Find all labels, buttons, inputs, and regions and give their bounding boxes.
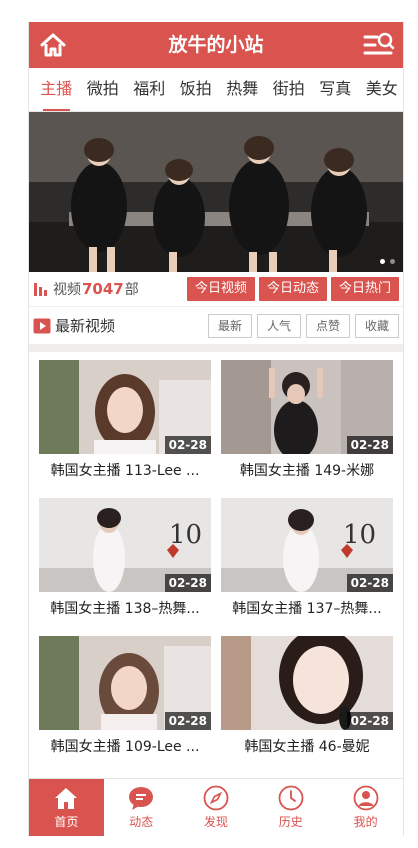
nav-profile[interactable]: 我的 — [328, 779, 403, 836]
video-title: 韩国女主播 149-米娜 — [239, 463, 375, 479]
home-icon — [55, 788, 78, 809]
play-icon — [33, 318, 51, 333]
video-grid: 02-28 韩国女主播 113-Lee ... 02-28 韩国女主播 149-… — [29, 352, 403, 774]
tab-micro[interactable]: 微拍 — [80, 68, 127, 111]
menu-search-icon[interactable] — [363, 31, 395, 59]
video-date: 02-28 — [346, 712, 393, 730]
clock-icon — [278, 785, 304, 811]
video-title: 韩国女主播 46-曼妮 — [244, 739, 370, 755]
video-thumbnail: 02-28 — [221, 636, 393, 730]
carousel-dot[interactable] — [380, 259, 385, 264]
today-buttons: 今日视频 今日动态 今日热门 — [186, 277, 399, 301]
video-card[interactable]: 02-28 韩国女主播 109-Lee ... — [39, 636, 211, 774]
video-card[interactable]: 02-28 韩国女主播 113-Lee ... — [39, 360, 211, 498]
chat-bubble-icon — [129, 787, 154, 810]
nav-home[interactable]: 首页 — [29, 779, 104, 836]
video-card[interactable]: 02-28 韩国女主播 46-曼妮 — [221, 636, 393, 774]
video-date: 02-28 — [164, 712, 211, 730]
video-title: 韩国女主播 138–热舞... — [50, 601, 200, 617]
video-thumbnail: 02-28 — [39, 360, 211, 454]
tab-beauty[interactable]: 美女 — [359, 68, 404, 111]
sort-popular-button[interactable]: 人气 — [256, 313, 301, 338]
video-date: 02-28 — [346, 436, 393, 454]
video-count-label: 视频 — [53, 282, 81, 298]
latest-videos-header: 最新视频 最新 人气 点赞 收藏 — [29, 306, 403, 344]
category-tabs: 主播 微拍 福利 饭拍 热舞 街拍 写真 美女 — [29, 68, 403, 112]
video-card[interactable]: 10 02-28 韩国女主播 138–热舞... — [39, 498, 211, 636]
video-card[interactable]: 02-28 韩国女主播 149-米娜 — [221, 360, 393, 498]
today-hot-button[interactable]: 今日热门 — [330, 277, 399, 301]
nav-label: 首页 — [54, 815, 79, 829]
nav-discover[interactable]: 发现 — [179, 779, 254, 836]
bottom-nav: 首页 动态 发现 历史 我的 — [29, 778, 403, 836]
sort-latest-button[interactable]: 最新 — [207, 313, 252, 338]
video-thumbnail: 02-28 — [39, 636, 211, 730]
video-date: 02-28 — [164, 574, 211, 592]
nav-label: 我的 — [353, 815, 378, 829]
tab-welfare[interactable]: 福利 — [126, 68, 173, 111]
sort-likes-button[interactable]: 点赞 — [305, 313, 350, 338]
divider — [29, 344, 403, 352]
video-thumbnail: 10 02-28 — [39, 498, 211, 592]
video-title: 韩国女主播 113-Lee ... — [50, 463, 200, 479]
stats-bar: 视频 7047 部 今日视频 今日动态 今日热门 — [29, 272, 403, 306]
sort-buttons: 最新 人气 点赞 收藏 — [207, 313, 399, 338]
today-videos-button[interactable]: 今日视频 — [186, 277, 255, 301]
compass-icon — [203, 785, 229, 811]
tab-fancam[interactable]: 饭拍 — [173, 68, 220, 111]
video-card[interactable]: 10 02-28 韩国女主播 137–热舞... — [221, 498, 393, 636]
nav-label: 发现 — [203, 815, 228, 829]
tab-anchor[interactable]: 主播 — [33, 68, 80, 111]
video-title: 韩国女主播 137–热舞... — [232, 601, 382, 617]
video-thumbnail: 02-28 — [221, 360, 393, 454]
user-icon — [353, 785, 378, 811]
bar-chart-icon — [34, 283, 47, 296]
nav-label: 历史 — [278, 815, 303, 829]
carousel-dot[interactable] — [390, 259, 395, 264]
nav-label: 动态 — [129, 815, 154, 829]
video-thumbnail: 10 02-28 — [221, 498, 393, 592]
carousel-dots — [380, 259, 395, 264]
today-updates-button[interactable]: 今日动态 — [258, 277, 327, 301]
tab-street[interactable]: 街拍 — [266, 68, 313, 111]
video-date: 02-28 — [164, 436, 211, 454]
video-count-unit: 部 — [124, 282, 139, 298]
top-bar: 放牛的小站 — [29, 22, 403, 68]
tab-photo[interactable]: 写真 — [312, 68, 359, 111]
nav-updates[interactable]: 动态 — [104, 779, 179, 836]
app-frame: 放牛的小站 主播 微拍 福利 饭拍 热舞 街拍 写真 美女 视频 7047 部 … — [28, 22, 404, 836]
video-title: 韩国女主播 109-Lee ... — [50, 739, 200, 755]
nav-history[interactable]: 历史 — [253, 779, 328, 836]
banner-image — [29, 112, 403, 272]
video-count-value: 7047 — [82, 280, 124, 298]
section-title: 最新视频 — [55, 317, 116, 335]
site-title: 放牛的小站 — [168, 34, 264, 56]
video-date: 02-28 — [346, 574, 393, 592]
banner-carousel[interactable] — [29, 112, 403, 272]
tab-dance[interactable]: 热舞 — [219, 68, 266, 111]
sort-favorites-button[interactable]: 收藏 — [354, 313, 399, 338]
